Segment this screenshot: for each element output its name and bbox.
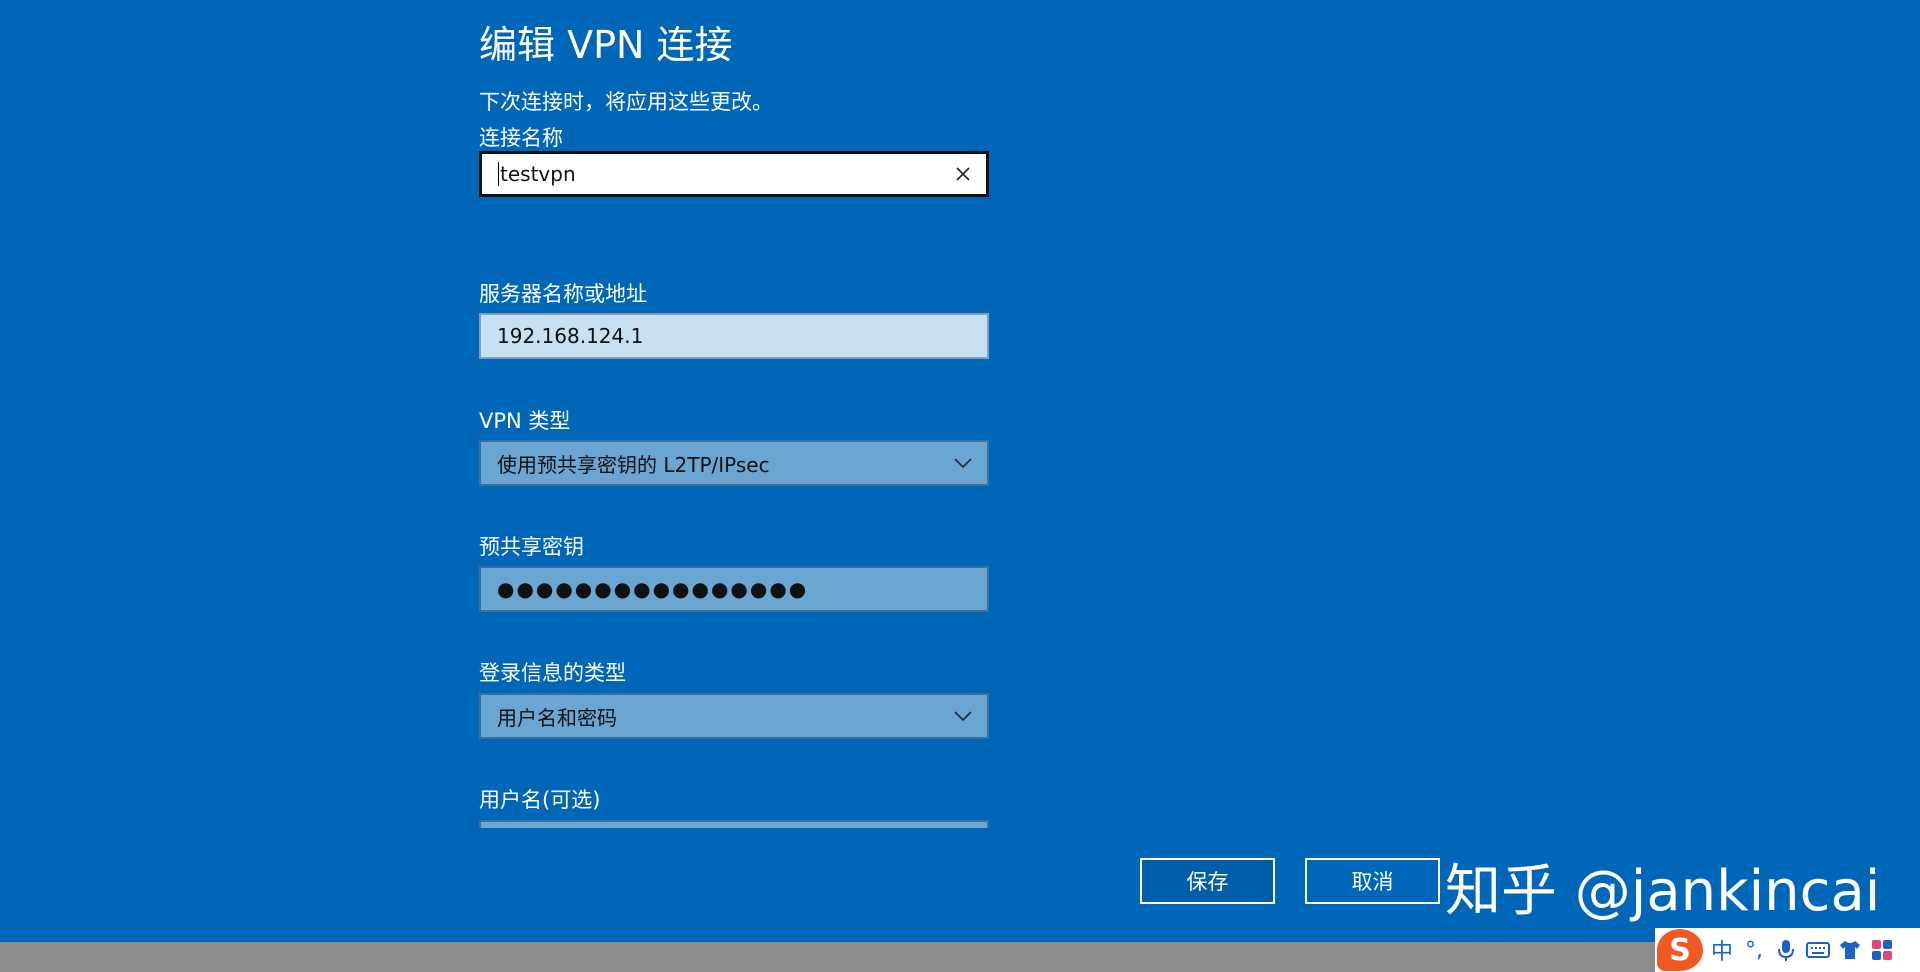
chevron-down-icon xyxy=(954,458,972,469)
text-cursor xyxy=(498,162,499,186)
vpn-type-select[interactable]: 使用预共享密钥的 L2TP/IPsec xyxy=(479,440,989,486)
ime-logo[interactable]: S xyxy=(1657,929,1703,971)
cancel-button[interactable]: 取消 xyxy=(1305,858,1440,904)
close-icon[interactable] xyxy=(954,165,972,183)
psk-input[interactable]: ●●●●●●●●●●●●●●●● xyxy=(479,566,989,612)
microphone-icon[interactable] xyxy=(1773,938,1799,962)
server-address-label: 服务器名称或地址 xyxy=(479,282,647,306)
connection-name-input[interactable]: testvpn xyxy=(479,151,989,197)
connection-name-label: 连接名称 xyxy=(479,126,563,150)
ime-punctuation-toggle[interactable]: °, xyxy=(1741,938,1767,963)
chevron-down-icon xyxy=(954,711,972,722)
save-button[interactable]: 保存 xyxy=(1140,858,1275,904)
server-address-input[interactable]: 192.168.124.1 xyxy=(479,313,989,359)
shirt-icon[interactable] xyxy=(1837,939,1863,961)
signin-type-label: 登录信息的类型 xyxy=(479,661,626,685)
ime-language-toggle[interactable]: 中 xyxy=(1709,934,1735,966)
username-label: 用户名(可选) xyxy=(479,788,601,812)
signin-type-select[interactable]: 用户名和密码 xyxy=(479,693,989,739)
psk-label: 预共享密钥 xyxy=(479,535,584,559)
vpn-type-label: VPN 类型 xyxy=(479,409,571,433)
ime-toolbar[interactable]: S 中 °, xyxy=(1655,928,1920,972)
page-title: 编辑 VPN 连接 xyxy=(479,23,733,67)
psk-value: ●●●●●●●●●●●●●●●● xyxy=(497,577,809,601)
username-input[interactable] xyxy=(479,820,989,828)
signin-type-value: 用户名和密码 xyxy=(497,705,617,730)
vpn-type-value: 使用预共享密钥的 L2TP/IPsec xyxy=(497,452,770,477)
grid-icon[interactable] xyxy=(1869,939,1895,961)
connection-name-value: testvpn xyxy=(500,162,576,186)
taskbar xyxy=(0,942,1920,972)
watermark: 知乎 @jankincai xyxy=(1445,859,1881,924)
server-address-value: 192.168.124.1 xyxy=(497,324,644,348)
keyboard-icon[interactable] xyxy=(1805,941,1831,959)
page-subtitle: 下次连接时，将应用这些更改。 xyxy=(479,90,773,114)
